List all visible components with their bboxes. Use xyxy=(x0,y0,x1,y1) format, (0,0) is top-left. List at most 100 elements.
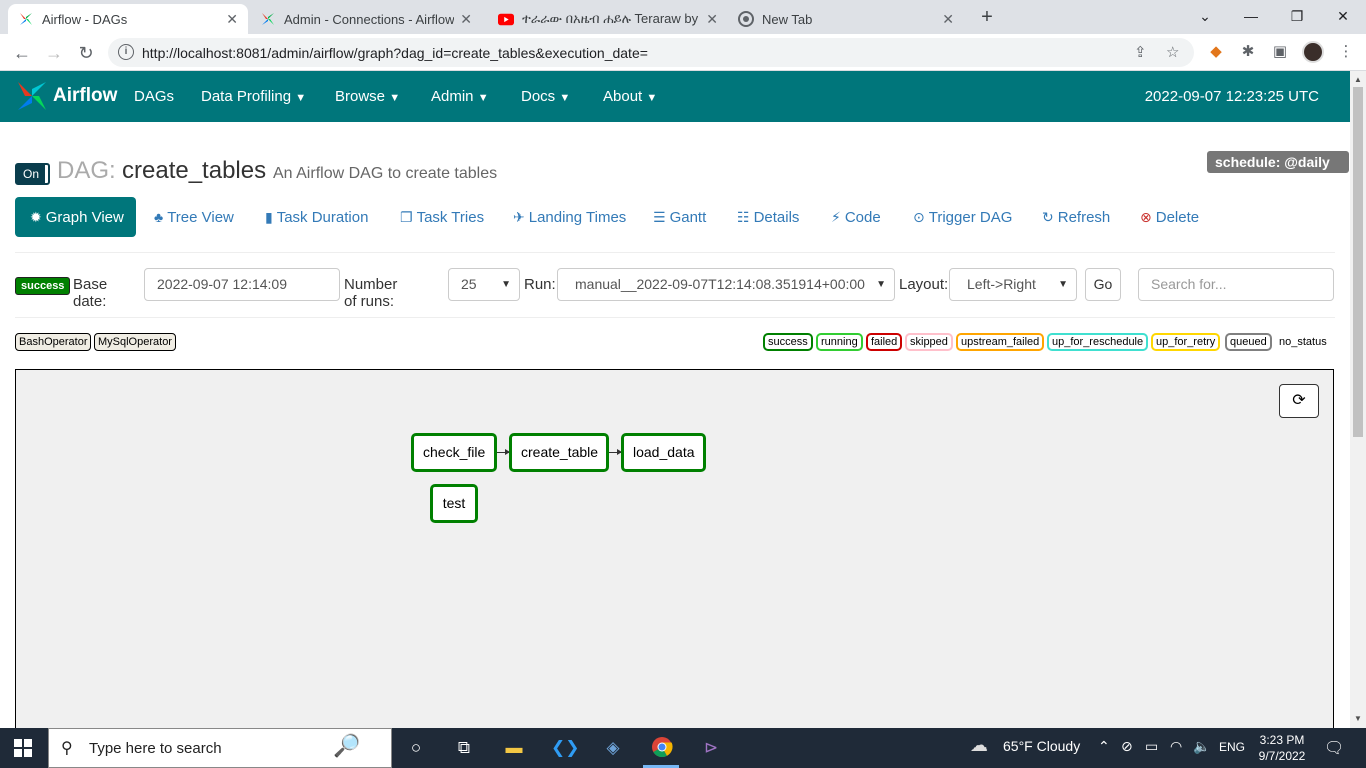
tab-label: Refresh xyxy=(1057,209,1111,226)
windows-taskbar: ⚲ Type here to search 🔎 ○ ⧉ ▬ ❮❯ ◈ ⊳ ☁ 6… xyxy=(0,728,1366,768)
scroll-up-icon[interactable]: ▲ xyxy=(1354,75,1362,84)
tab-graph-view[interactable]: ✹ Graph View xyxy=(15,197,136,237)
vscode-icon[interactable]: ❮❯ xyxy=(551,736,580,760)
tab-label: Delete xyxy=(1155,209,1200,226)
legend-no-status: no_status xyxy=(1274,333,1332,351)
scrollbar-thumb[interactable] xyxy=(1353,87,1363,437)
tab-code[interactable]: ⚡ Code xyxy=(831,197,881,237)
cortana-icon[interactable]: ○ xyxy=(404,736,428,760)
volume-icon[interactable]: 🔈 xyxy=(1193,738,1210,755)
close-icon[interactable]: ✕ xyxy=(706,11,718,28)
address-bar[interactable]: i http://localhost:8081/admin/airflow/gr… xyxy=(108,38,1194,67)
close-icon[interactable]: ✕ xyxy=(226,11,238,28)
dag-toggle[interactable]: On xyxy=(15,163,50,185)
tab-search-chevron-icon[interactable]: ⌄ xyxy=(1182,4,1228,28)
tab-landing-times[interactable]: ✈ Landing Times xyxy=(513,197,626,237)
close-window-button[interactable]: ✕ xyxy=(1320,4,1366,28)
legend-up-for-retry: up_for_retry xyxy=(1151,333,1221,351)
graph-refresh-button[interactable]: ⟳ xyxy=(1279,384,1319,418)
visual-studio-icon[interactable]: ⊳ xyxy=(699,736,723,760)
notification-icon[interactable]: 🗨 xyxy=(1324,738,1344,758)
chevron-up-icon[interactable]: ⌃ xyxy=(1098,738,1110,755)
go-button[interactable]: Go xyxy=(1085,268,1121,301)
share-icon[interactable]: ⇪ xyxy=(1134,43,1147,61)
asterisk-icon: ✹ xyxy=(30,209,42,225)
profile-avatar[interactable] xyxy=(1302,41,1324,63)
tab-gantt[interactable]: ☰ Gantt xyxy=(653,197,706,237)
tab-title: Admin - Connections - Airflow xyxy=(284,11,455,27)
tab-task-tries[interactable]: ❐ Task Tries xyxy=(400,197,484,237)
base-date-input[interactable]: 2022-09-07 12:14:09 xyxy=(144,268,340,301)
restore-button[interactable]: ❐ xyxy=(1274,4,1320,28)
tab-task-duration[interactable]: ▮ Task Duration xyxy=(265,197,368,237)
tab-details[interactable]: ☷ Details xyxy=(737,197,799,237)
layout-select[interactable]: Left->Right ▼ xyxy=(949,268,1077,301)
system-clock[interactable]: 3:23 PM 9/7/2022 xyxy=(1252,732,1312,764)
edge-arrow xyxy=(609,449,622,455)
tab-delete[interactable]: ⊗ Delete xyxy=(1140,197,1199,237)
tab-label: Task Tries xyxy=(416,209,485,226)
tab-label: Landing Times xyxy=(528,209,627,226)
remove-circle-icon: ⊗ xyxy=(1140,209,1152,225)
scroll-down-icon[interactable]: ▼ xyxy=(1354,714,1362,723)
metamask-fox-icon[interactable]: ◆ xyxy=(1206,42,1226,62)
tab-trigger-dag[interactable]: ⊙ Trigger DAG xyxy=(913,197,1012,237)
divider xyxy=(15,252,1335,253)
run-select[interactable]: manual__2022-09-07T12:14:08.351914+00:00… xyxy=(557,268,895,301)
windows-start-icon[interactable] xyxy=(14,739,32,757)
task-node-create-table[interactable]: create_table xyxy=(509,433,609,472)
tab-label: Details xyxy=(753,209,800,226)
list-icon: ☷ xyxy=(737,209,750,225)
task-node-load-data[interactable]: load_data xyxy=(621,433,706,472)
task-node-check-file[interactable]: check_file xyxy=(411,433,497,472)
new-tab-button[interactable]: + xyxy=(976,6,998,28)
browser-tab-connections[interactable]: Admin - Connections - Airflow ✕ xyxy=(250,4,482,34)
close-icon[interactable]: ✕ xyxy=(460,11,472,28)
browser-tab-youtube[interactable]: ተራራው በአዜብ ሐይሉ Teraraw by A ✕ xyxy=(488,4,728,34)
browser-tab-airflow-dags[interactable]: Airflow - DAGs ✕ xyxy=(8,4,248,34)
browser-tab-newtab[interactable]: New Tab ✕ xyxy=(728,4,964,34)
language-indicator[interactable]: ENG xyxy=(1219,740,1245,754)
youtube-icon xyxy=(498,11,514,27)
mysql-workbench-icon[interactable]: ◈ xyxy=(601,736,625,760)
legend-success: success xyxy=(763,333,813,351)
cloud-icon[interactable]: ☁ xyxy=(970,735,988,756)
taskbar-search[interactable]: ⚲ Type here to search 🔎 xyxy=(48,728,392,768)
bookmark-star-icon[interactable]: ☆ xyxy=(1166,43,1179,61)
select-value: manual__2022-09-07T12:14:08.351914+00:00 xyxy=(575,276,865,292)
menu-kebab-icon[interactable]: ⋮ xyxy=(1336,42,1356,62)
legend-up-for-reschedule: up_for_reschedule xyxy=(1047,333,1149,351)
tab-title: New Tab xyxy=(762,11,813,27)
battery-icon[interactable]: ▭ xyxy=(1145,738,1158,755)
tab-refresh[interactable]: ↻ Refresh xyxy=(1042,197,1110,237)
network-icon[interactable]: ⊘ xyxy=(1121,738,1133,755)
close-icon[interactable]: ✕ xyxy=(942,11,954,28)
weather-text[interactable]: 65°F Cloudy xyxy=(1003,738,1080,754)
extensions-puzzle-icon[interactable]: ✱ xyxy=(1238,42,1258,62)
airflow-page: Airflow DAGs Data Profiling ▼ Browse ▼ A… xyxy=(0,71,1350,728)
dag-graph-canvas[interactable]: ⟳ check_file create_table load_data test xyxy=(15,369,1334,728)
tab-tree-view[interactable]: ♣ Tree View xyxy=(154,197,234,237)
side-panel-icon[interactable]: ▣ xyxy=(1270,42,1290,62)
reload-icon[interactable]: ↻ xyxy=(74,41,98,65)
flash-icon: ⚡ xyxy=(831,209,841,225)
taskbar-search-text: Type here to search xyxy=(89,740,222,757)
task-view-icon[interactable]: ⧉ xyxy=(452,736,476,760)
dag-prefix: DAG: xyxy=(57,157,116,184)
tab-label: Code xyxy=(844,209,881,226)
chevron-down-icon: ▼ xyxy=(501,279,511,290)
align-left-icon: ☰ xyxy=(653,209,666,225)
page-scrollbar[interactable]: ▲ ▼ xyxy=(1350,71,1366,728)
copy-icon: ❐ xyxy=(400,209,413,225)
file-explorer-icon[interactable]: ▬ xyxy=(502,736,526,760)
legend-queued: queued xyxy=(1225,333,1272,351)
minimize-button[interactable]: — xyxy=(1228,4,1274,28)
chrome-taskbar-icon[interactable] xyxy=(650,736,674,760)
info-icon[interactable]: i xyxy=(118,44,134,60)
search-input[interactable]: Search for... xyxy=(1138,268,1334,301)
num-runs-select[interactable]: 25 ▼ xyxy=(448,268,520,301)
back-arrow-icon[interactable]: ← xyxy=(10,41,34,65)
forward-arrow-icon[interactable]: → xyxy=(42,41,66,65)
wifi-icon[interactable]: ◠ xyxy=(1170,738,1182,755)
task-node-test[interactable]: test xyxy=(430,484,478,523)
